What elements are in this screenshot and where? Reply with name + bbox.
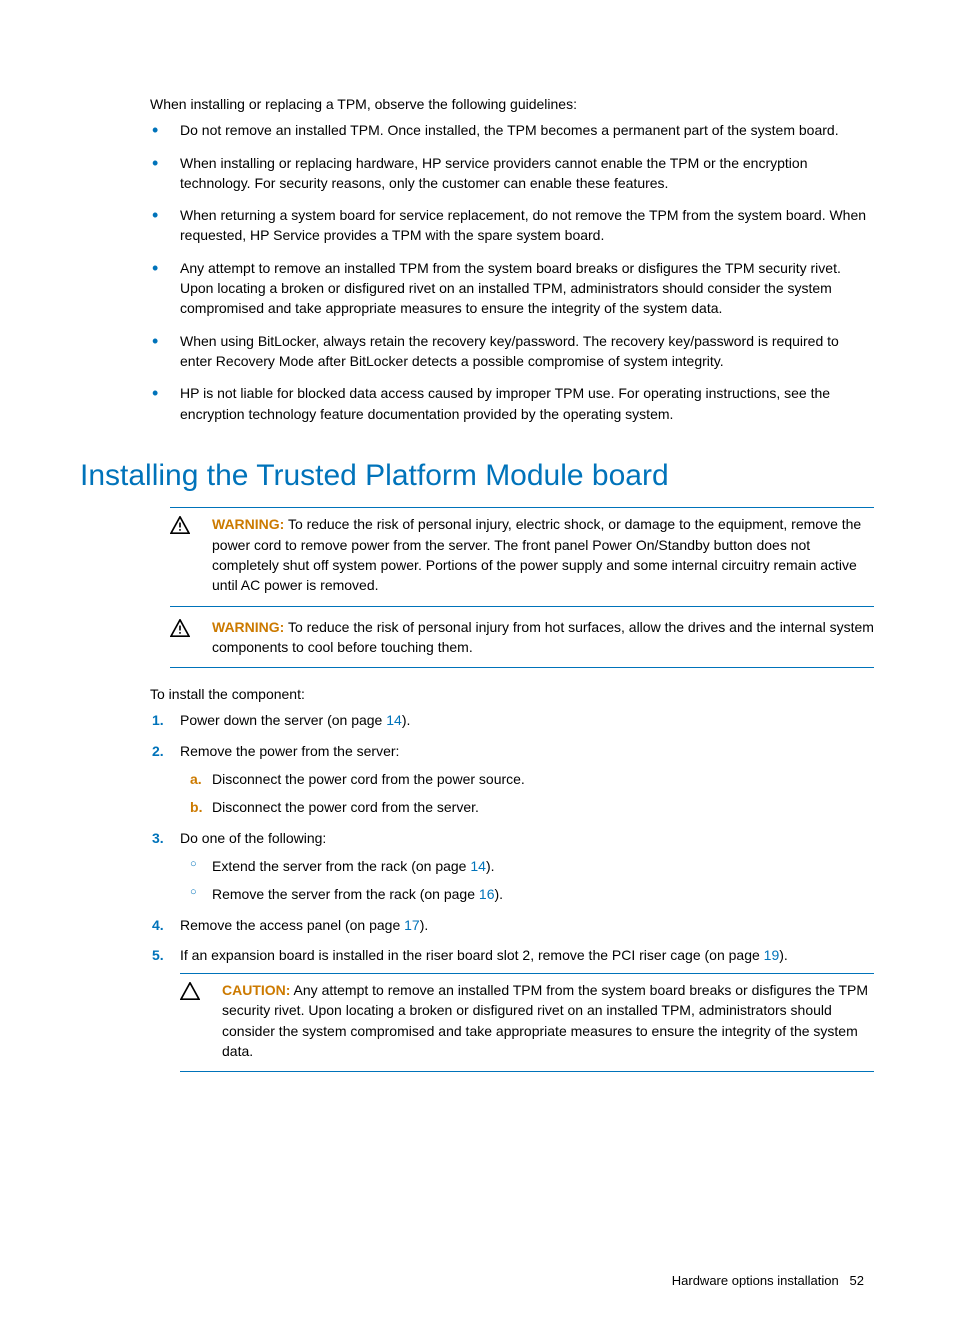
page-reference-link[interactable]: 17	[404, 917, 420, 933]
option-text: Extend the server from the rack (on page	[212, 858, 470, 874]
step-item: Remove the access panel (on page 17).	[180, 915, 874, 935]
step-text: Remove the power from the server:	[180, 743, 399, 759]
install-steps: Power down the server (on page 14). Remo…	[80, 710, 874, 1072]
option-text: Remove the server from the rack (on page	[212, 886, 479, 902]
warning-label: WARNING:	[212, 516, 284, 532]
step-item: Do one of the following: Extend the serv…	[180, 828, 874, 905]
option-item: Remove the server from the rack (on page…	[212, 884, 874, 904]
step-text: Remove the access panel (on page	[180, 917, 404, 933]
page-reference-link[interactable]: 19	[764, 947, 780, 963]
option-text: ).	[494, 886, 503, 902]
caution-label: CAUTION:	[222, 982, 290, 998]
section-heading: Installing the Trusted Platform Module b…	[80, 454, 874, 498]
step-item: Power down the server (on page 14).	[180, 710, 874, 730]
options-list: Extend the server from the rack (on page…	[180, 856, 874, 905]
substeps: Disconnect the power cord from the power…	[180, 769, 874, 818]
warning-label: WARNING:	[212, 619, 284, 635]
list-item: Do not remove an installed TPM. Once ins…	[180, 120, 874, 140]
list-item: When returning a system board for servic…	[180, 205, 874, 246]
page-reference-link[interactable]: 14	[470, 858, 486, 874]
step-text: ).	[402, 712, 411, 728]
list-item: HP is not liable for blocked data access…	[180, 383, 874, 424]
step-text: If an expansion board is installed in th…	[180, 947, 764, 963]
warning-icon	[170, 514, 198, 595]
step-text: ).	[420, 917, 429, 933]
intro-paragraph: When installing or replacing a TPM, obse…	[150, 94, 874, 114]
warning-note: WARNING: To reduce the risk of personal …	[170, 611, 874, 669]
warning-icon	[170, 617, 198, 658]
guidelines-list: Do not remove an installed TPM. Once ins…	[80, 120, 874, 424]
list-item: Any attempt to remove an installed TPM f…	[180, 258, 874, 319]
page-reference-link[interactable]: 14	[386, 712, 402, 728]
step-item: Remove the power from the server: Discon…	[180, 741, 874, 818]
step-text: Do one of the following:	[180, 830, 326, 846]
footer-page-number: 52	[850, 1273, 864, 1288]
install-lead: To install the component:	[150, 684, 874, 704]
caution-note: CAUTION: Any attempt to remove an instal…	[180, 973, 874, 1072]
list-item: When installing or replacing hardware, H…	[180, 153, 874, 194]
page-footer: Hardware options installation 52	[80, 1272, 874, 1291]
footer-section-name: Hardware options installation	[672, 1273, 839, 1288]
caution-text: Any attempt to remove an installed TPM f…	[222, 982, 868, 1059]
option-item: Extend the server from the rack (on page…	[212, 856, 874, 876]
substep-item: Disconnect the power cord from the serve…	[212, 797, 874, 817]
warning-note: WARNING: To reduce the risk of personal …	[170, 507, 874, 606]
warning-text: To reduce the risk of personal injury, e…	[212, 516, 861, 593]
list-item: When using BitLocker, always retain the …	[180, 331, 874, 372]
caution-icon	[180, 980, 208, 1061]
warning-text: To reduce the risk of personal injury fr…	[212, 619, 874, 655]
step-item: If an expansion board is installed in th…	[180, 945, 874, 1072]
substep-item: Disconnect the power cord from the power…	[212, 769, 874, 789]
option-text: ).	[486, 858, 495, 874]
step-text: ).	[779, 947, 788, 963]
page-reference-link[interactable]: 16	[479, 886, 495, 902]
step-text: Power down the server (on page	[180, 712, 386, 728]
